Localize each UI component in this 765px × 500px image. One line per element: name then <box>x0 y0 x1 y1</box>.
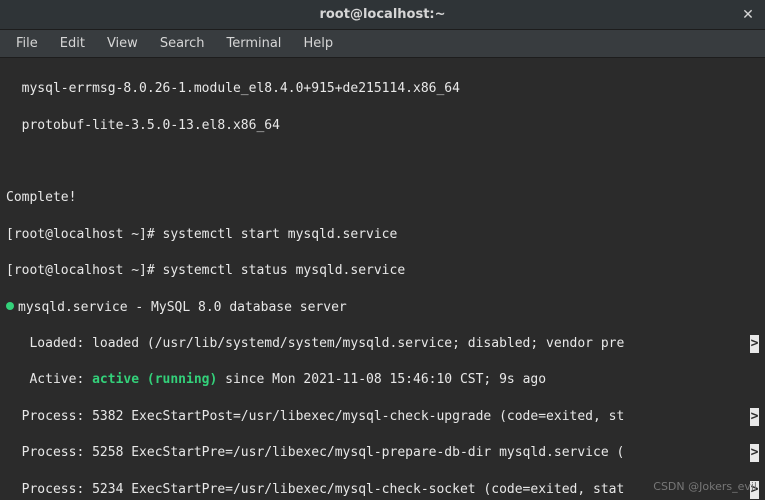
status-dot-icon <box>6 302 14 310</box>
watermark: CSDN @Jokers_evil <box>653 478 757 496</box>
term-line: Process: 5382 ExecStartPost=/usr/libexec… <box>6 408 759 426</box>
window-title: root@localhost:~ <box>319 7 445 22</box>
term-line: Active: active (running) since Mon 2021-… <box>6 371 759 389</box>
continuation-icon: > <box>750 335 759 353</box>
menu-file[interactable]: File <box>6 32 48 55</box>
term-text: Process: 5382 ExecStartPost=/usr/libexec… <box>6 409 624 424</box>
menubar: File Edit View Search Terminal Help <box>0 30 765 58</box>
term-line: Loaded: loaded (/usr/lib/systemd/system/… <box>6 335 759 353</box>
status-active: active (running) <box>92 372 217 387</box>
term-line: mysqld.service - MySQL 8.0 database serv… <box>6 299 759 317</box>
term-text: Process: 5234 ExecStartPre=/usr/libexec/… <box>6 482 624 497</box>
menu-view[interactable]: View <box>97 32 148 55</box>
term-text: Active: <box>6 372 92 387</box>
terminal-output[interactable]: mysql-errmsg-8.0.26-1.module_el8.4.0+915… <box>0 58 765 500</box>
menu-help[interactable]: Help <box>293 32 343 55</box>
term-line: mysql-errmsg-8.0.26-1.module_el8.4.0+915… <box>6 80 759 98</box>
term-text: mysqld.service - MySQL 8.0 database serv… <box>18 300 347 315</box>
term-line: [root@localhost ~]# systemctl status mys… <box>6 262 759 280</box>
menu-edit[interactable]: Edit <box>50 32 95 55</box>
term-text: since Mon 2021-11-08 15:46:10 CST; 9s ag… <box>217 372 546 387</box>
term-line: Process: 5234 ExecStartPre=/usr/libexec/… <box>6 481 759 499</box>
titlebar: root@localhost:~ ✕ <box>0 0 765 30</box>
continuation-icon: > <box>750 444 759 462</box>
term-line: Complete! <box>6 189 759 207</box>
term-text: Loaded: loaded (/usr/lib/systemd/system/… <box>6 336 624 351</box>
term-blank <box>6 153 759 171</box>
term-line: protobuf-lite-3.5.0-13.el8.x86_64 <box>6 117 759 135</box>
close-icon[interactable]: ✕ <box>739 6 757 24</box>
term-line: Process: 5258 ExecStartPre=/usr/libexec/… <box>6 444 759 462</box>
menu-terminal[interactable]: Terminal <box>216 32 291 55</box>
menu-search[interactable]: Search <box>150 32 215 55</box>
continuation-icon: > <box>750 408 759 426</box>
term-line: [root@localhost ~]# systemctl start mysq… <box>6 226 759 244</box>
term-text: Process: 5258 ExecStartPre=/usr/libexec/… <box>6 445 624 460</box>
